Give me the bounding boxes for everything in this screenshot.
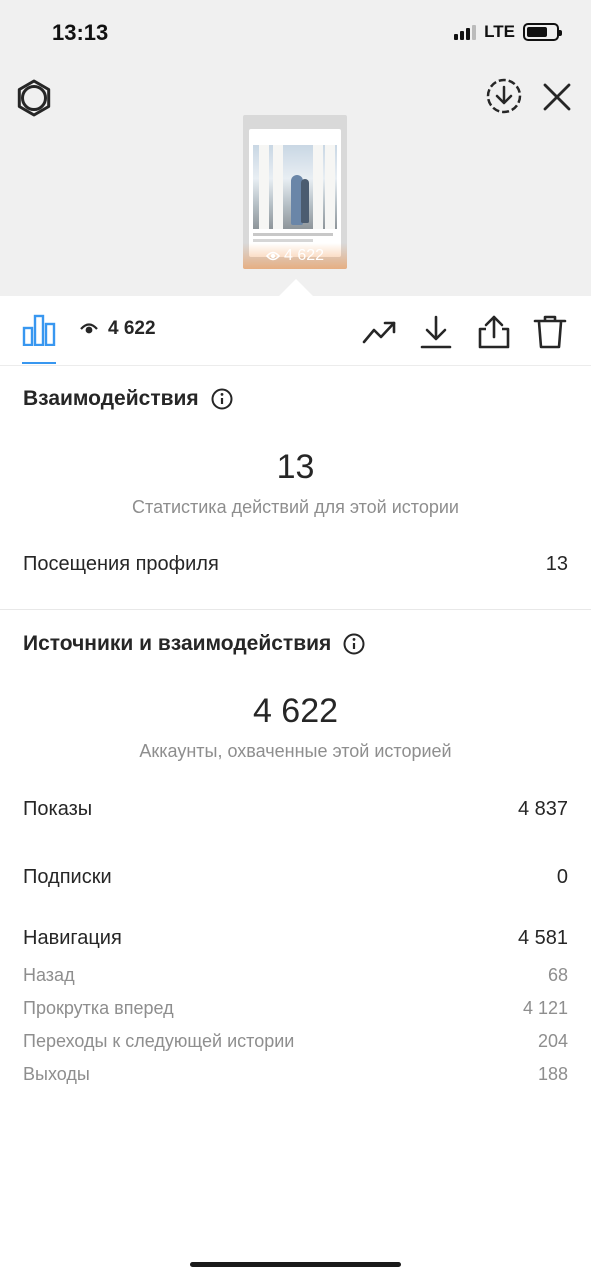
follows-row: Подписки 0 (23, 866, 568, 889)
profile-visits-row: Посещения профиля 13 (23, 553, 568, 576)
story-preview-card (249, 129, 341, 257)
story-header: 13:13 LTE 4 622 (0, 0, 591, 296)
row-label: Переходы к следующей истории (23, 1031, 295, 1051)
row-value: 4 581 (517, 927, 568, 949)
network-type: LTE (484, 22, 515, 41)
trending-icon[interactable] (361, 314, 397, 350)
row-value: 68 (547, 965, 568, 985)
impressions-row: Показы 4 837 (23, 798, 568, 821)
status-time: 13:13 (52, 20, 109, 45)
story-view-count: 4 622 (243, 243, 347, 269)
bar-chart-icon[interactable] (22, 314, 56, 346)
nav-back-row: Назад 68 (23, 965, 568, 986)
row-value: 188 (537, 1064, 568, 1084)
row-value: 4 121 (522, 998, 568, 1018)
row-value: 13 (545, 553, 568, 575)
eye-icon (265, 251, 280, 261)
row-value: 0 (556, 866, 568, 888)
trash-icon[interactable] (532, 314, 568, 350)
row-label: Посещения профиля (23, 553, 219, 575)
status-indicators: LTE (454, 22, 562, 42)
download-circle-icon[interactable] (484, 76, 524, 116)
info-icon[interactable] (211, 388, 233, 410)
sources-title-text: Источники и взаимодействия (23, 632, 332, 655)
interactions-title-text: Взаимодействия (23, 387, 199, 410)
interactions-section-title: Взаимодействия (23, 387, 233, 411)
sources-total: 4 622 (252, 692, 339, 730)
row-label: Назад (23, 965, 75, 985)
row-value: 4 837 (517, 798, 568, 820)
close-icon[interactable] (538, 78, 576, 116)
reach-count-text: 4 622 (108, 318, 156, 339)
row-value: 204 (537, 1031, 568, 1051)
sources-subtitle: Аккаунты, охваченные этой историей (139, 741, 452, 761)
row-label: Показы (23, 798, 93, 820)
row-label: Прокрутка вперед (23, 998, 174, 1018)
row-label: Выходы (23, 1064, 90, 1084)
sources-section-title: Источники и взаимодействия (23, 632, 365, 656)
story-thumbnail[interactable]: 4 622 (243, 115, 347, 269)
story-photo (253, 145, 337, 229)
nav-exits-row: Выходы 188 (23, 1064, 568, 1085)
share-icon[interactable] (476, 314, 512, 350)
navigation-row: Навигация 4 581 (23, 927, 568, 950)
interactions-subtitle: Статистика действий для этой истории (132, 497, 459, 517)
row-label: Подписки (23, 866, 112, 888)
section-divider (0, 609, 591, 610)
row-label: Навигация (23, 927, 122, 949)
gear-icon[interactable] (14, 78, 54, 118)
nav-forward-row: Прокрутка вперед 4 121 (23, 998, 568, 1019)
nav-next-story-row: Переходы к следующей истории 204 (23, 1031, 568, 1052)
info-icon[interactable] (343, 633, 365, 655)
active-tab-indicator (22, 362, 56, 364)
reach-count: 4 622 (80, 318, 156, 340)
battery-icon (523, 23, 562, 41)
interactions-total: 13 (276, 448, 315, 486)
story-views-text: 4 622 (283, 247, 325, 264)
insights-toolbar: 4 622 (0, 296, 591, 366)
signal-icon (454, 24, 477, 40)
eye-icon (80, 323, 98, 334)
home-indicator[interactable] (190, 1262, 401, 1267)
download-icon[interactable] (418, 314, 454, 350)
